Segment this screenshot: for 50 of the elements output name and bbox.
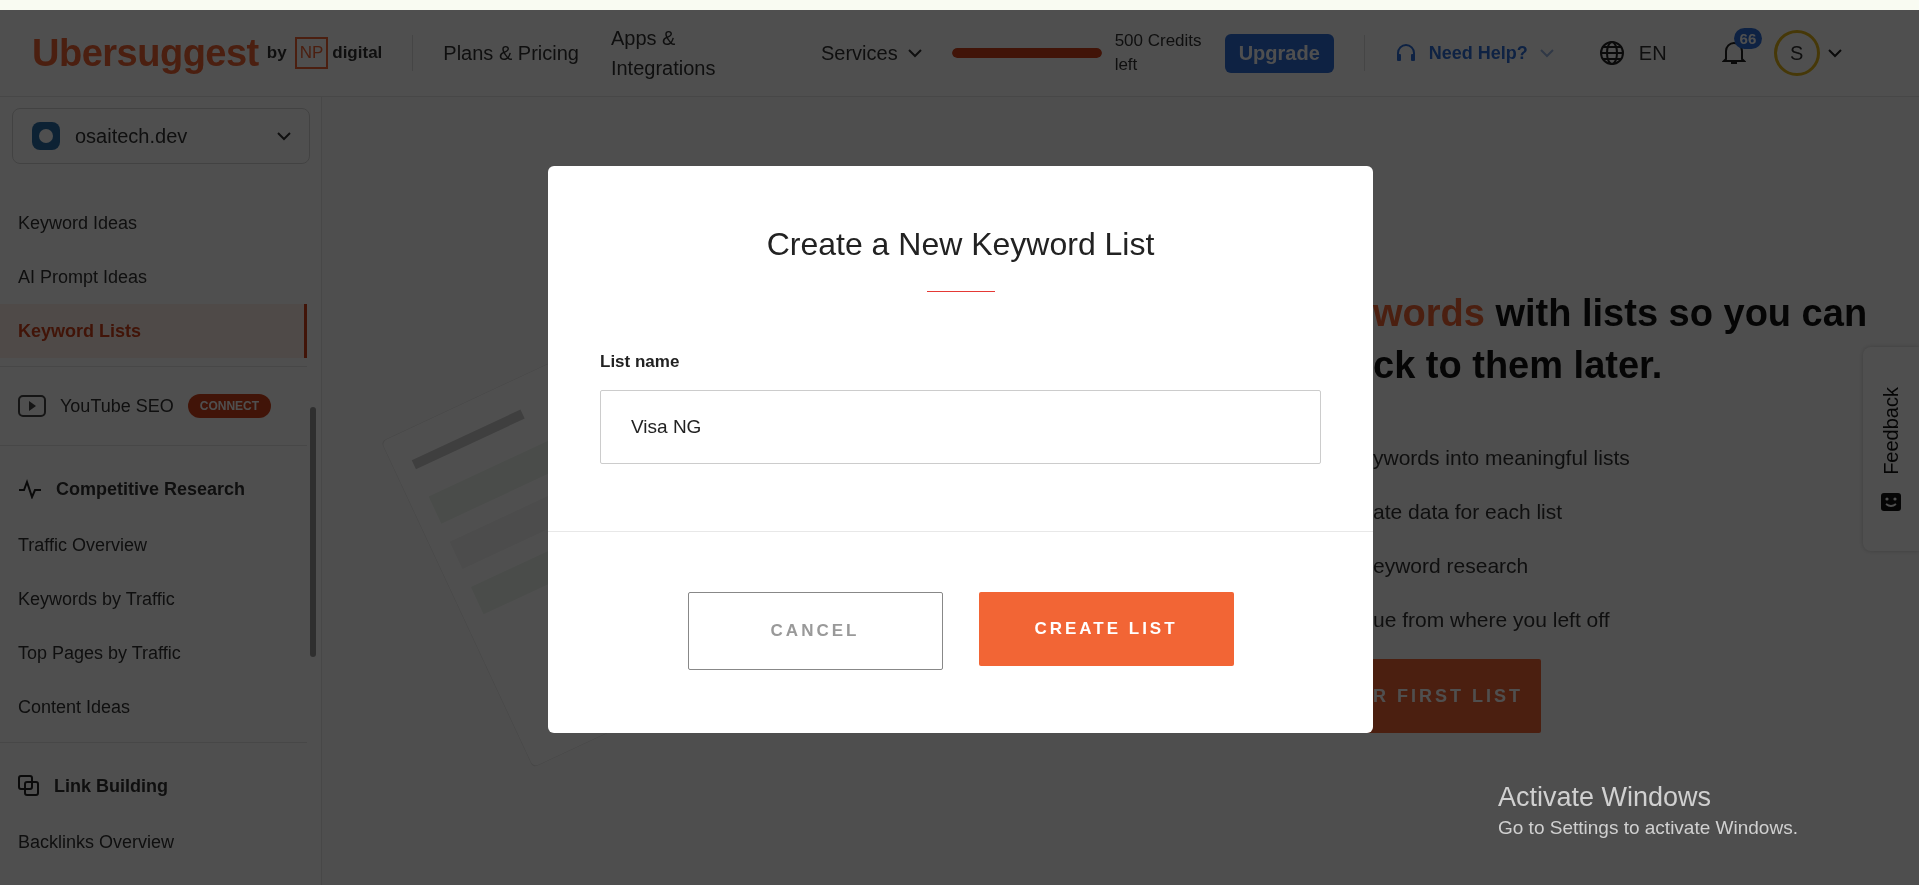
notification-count: 66 <box>1733 28 1763 49</box>
sidebar-item[interactable]: AI Prompt Ideas <box>0 250 307 304</box>
credits-text: 500 Credits left <box>1114 30 1203 76</box>
sidebar-item[interactable]: Backlinks Overview <box>0 815 307 869</box>
nav-link[interactable]: Apps & Integrations <box>610 23 751 83</box>
project-icon <box>31 121 61 151</box>
digital-text: digital <box>332 43 383 63</box>
chevron-down-icon <box>1539 48 1554 58</box>
feature-text: ue from where you left off <box>1373 607 1610 633</box>
sidebar-item[interactable]: Keyword Ideas <box>0 196 307 250</box>
feature-text: eyword research <box>1373 553 1529 579</box>
section-heading[interactable]: Competitive Research <box>56 478 246 500</box>
project-selector[interactable]: osaitech.dev <box>12 108 310 164</box>
sidebar-item[interactable]: Keywords by Traffic <box>0 572 307 626</box>
smiley-icon <box>1881 492 1901 511</box>
field-label: List name <box>600 352 681 372</box>
pulse-icon <box>18 479 42 499</box>
chevron-down-icon <box>277 131 291 141</box>
cancel-button[interactable]: CANCEL <box>687 592 943 670</box>
sidebar-item[interactable]: Content Ideas <box>0 680 307 734</box>
feedback-tab[interactable]: Feedback <box>1863 347 1919 551</box>
list-name-field[interactable]: Visa NG <box>600 390 1321 464</box>
nav-link[interactable]: Plans & Pricing <box>443 41 579 65</box>
sidebar-item[interactable]: Traffic Overview <box>0 518 307 572</box>
title-underline <box>926 291 995 292</box>
connect-badge[interactable]: CONNECT <box>187 394 272 418</box>
video-play-icon <box>18 395 46 417</box>
activation-title: Activate Windows <box>1498 782 1713 813</box>
headset-icon <box>1394 42 1417 64</box>
sidebar-item[interactable]: Keyword Lists <box>0 304 307 358</box>
chevron-down-icon <box>1827 48 1842 58</box>
user-avatar[interactable]: S <box>1773 30 1820 76</box>
copy-icon <box>18 775 40 797</box>
create-list-button[interactable]: CREATE LIST <box>978 592 1234 666</box>
sidebar-item[interactable]: YouTube SEO <box>60 395 174 417</box>
brand-logo[interactable]: Ubersuggest <box>32 31 259 75</box>
np-logo: NP <box>294 37 329 69</box>
modal-title: Create a New Keyword List <box>765 226 1156 263</box>
help-menu[interactable]: Need Help? <box>1394 42 1554 64</box>
section-heading[interactable]: Link Building <box>54 775 168 797</box>
services-menu[interactable]: Services <box>820 41 922 65</box>
activation-text: Go to Settings to activate Windows. <box>1498 817 1798 839</box>
language-label[interactable]: EN <box>1638 41 1667 65</box>
sidebar-item[interactable]: Top Pages by Traffic <box>0 626 307 680</box>
upgrade-button[interactable]: Upgrade <box>1224 33 1334 73</box>
feature-text: ate data for each list <box>1373 499 1563 525</box>
chevron-down-icon <box>907 48 922 58</box>
by-text: by <box>266 43 287 63</box>
globe-icon[interactable] <box>1598 40 1625 66</box>
feature-text: ywords into meaningful lists <box>1373 445 1630 471</box>
